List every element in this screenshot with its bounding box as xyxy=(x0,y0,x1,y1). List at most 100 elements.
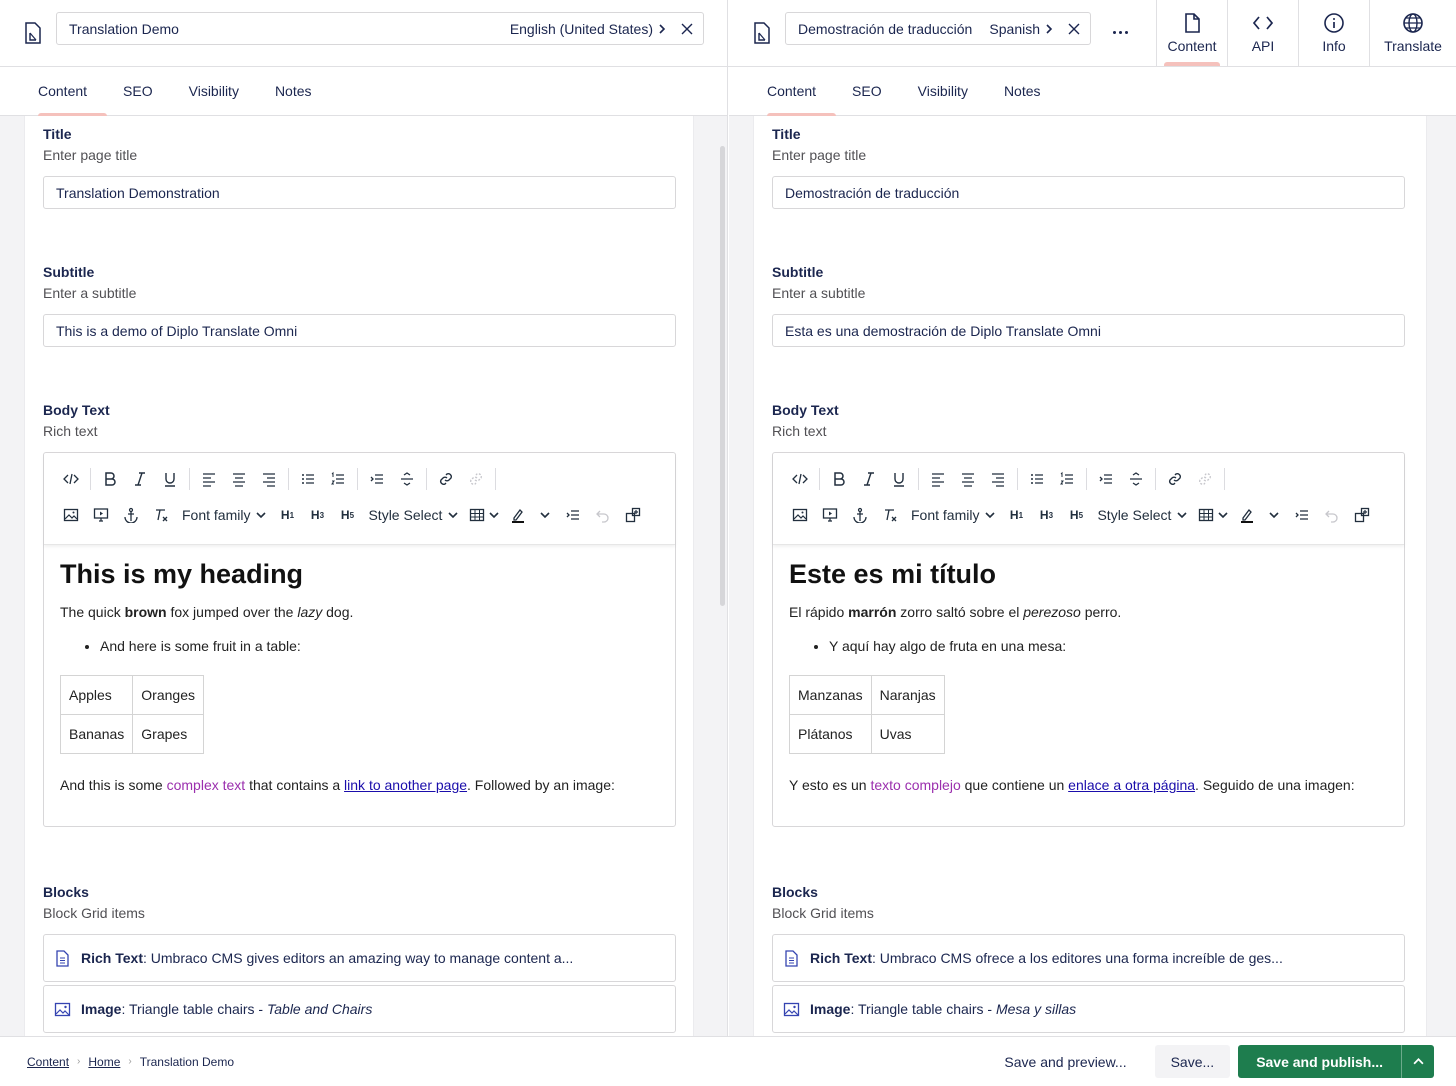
style-select-dropdown[interactable]: Style Select xyxy=(1091,501,1193,529)
breadcrumb-home[interactable]: Home xyxy=(88,1055,120,1069)
image-icon[interactable] xyxy=(56,501,86,529)
link-icon[interactable] xyxy=(1160,465,1190,493)
clear-formatting-icon[interactable] xyxy=(875,501,905,529)
table-dropdown[interactable] xyxy=(1193,501,1233,529)
variant-selector[interactable]: Spanish xyxy=(989,21,1054,37)
tab-notes[interactable]: Notes xyxy=(986,67,1059,116)
tab-notes[interactable]: Notes xyxy=(257,67,330,116)
align-center-icon[interactable] xyxy=(224,465,254,493)
align-left-icon[interactable] xyxy=(194,465,224,493)
tab-content[interactable]: Content xyxy=(20,67,108,117)
tab-visibility[interactable]: Visibility xyxy=(171,67,257,116)
clear-formatting-icon[interactable] xyxy=(146,501,176,529)
title-input[interactable]: Translation Demonstration xyxy=(43,176,676,209)
tab-visibility[interactable]: Visibility xyxy=(900,67,986,116)
insert-block-icon[interactable] xyxy=(618,501,648,529)
rte-content[interactable]: Este es mi título El rápido marrón zorro… xyxy=(773,545,1404,808)
undo-icon[interactable] xyxy=(588,501,618,529)
underline-icon[interactable] xyxy=(884,465,914,493)
document-name-field[interactable]: Demostración de traducción Spanish xyxy=(785,12,1091,45)
align-right-icon[interactable] xyxy=(983,465,1013,493)
anchor-icon[interactable] xyxy=(845,501,875,529)
image-icon[interactable] xyxy=(785,501,815,529)
rte-content[interactable]: This is my heading The quick brown fox j… xyxy=(44,545,675,808)
underline-icon[interactable] xyxy=(155,465,185,493)
undo-icon[interactable] xyxy=(1317,501,1347,529)
save-button[interactable]: Save... xyxy=(1154,1045,1231,1078)
link-icon[interactable] xyxy=(431,465,461,493)
highlight-color-icon[interactable] xyxy=(504,501,532,529)
bullet-list-icon[interactable] xyxy=(1022,465,1052,493)
variant-selector[interactable]: English (United States) xyxy=(510,21,667,37)
block-grid-item[interactable]: Image: Triangle table chairs - Mesa y si… xyxy=(772,985,1405,1033)
table-dropdown[interactable] xyxy=(464,501,504,529)
document-type-icon[interactable] xyxy=(24,22,42,44)
view-content[interactable]: Content xyxy=(1156,0,1227,66)
scrollbar[interactable] xyxy=(720,146,725,606)
strikethrough-icon[interactable] xyxy=(1121,465,1151,493)
variant-language[interactable]: Spanish xyxy=(989,21,1040,37)
subtitle-input[interactable]: This is a demo of Diplo Translate Omni xyxy=(43,314,676,347)
indent-icon[interactable] xyxy=(1287,501,1317,529)
italic-icon[interactable] xyxy=(854,465,884,493)
unlink-icon[interactable] xyxy=(1190,465,1220,493)
variant-language[interactable]: English (United States) xyxy=(510,21,653,37)
document-name-field[interactable]: Translation Demo English (United States) xyxy=(56,12,704,45)
source-code-icon[interactable] xyxy=(785,465,815,493)
unlink-icon[interactable] xyxy=(461,465,491,493)
align-center-icon[interactable] xyxy=(953,465,983,493)
block-grid-item[interactable]: Rich Text: Umbraco CMS gives editors an … xyxy=(43,934,676,982)
bold-icon[interactable] xyxy=(824,465,854,493)
chevron-down-icon[interactable] xyxy=(532,501,558,529)
subtitle-input[interactable]: Esta es una demostración de Diplo Transl… xyxy=(772,314,1405,347)
block-grid-item[interactable]: Rich Text: Umbraco CMS ofrece a los edit… xyxy=(772,934,1405,982)
font-family-dropdown[interactable]: Font family xyxy=(176,501,272,529)
outdent-icon[interactable] xyxy=(1091,465,1121,493)
italic-icon[interactable] xyxy=(125,465,155,493)
more-actions-icon[interactable] xyxy=(1108,22,1132,42)
numbered-list-icon[interactable] xyxy=(1052,465,1082,493)
font-family-dropdown[interactable]: Font family xyxy=(905,501,1001,529)
media-icon[interactable] xyxy=(815,501,845,529)
align-left-icon[interactable] xyxy=(923,465,953,493)
view-info[interactable]: Info xyxy=(1298,0,1369,66)
numbered-list-icon[interactable] xyxy=(323,465,353,493)
document-name[interactable]: Demostración de traducción xyxy=(798,21,989,37)
rich-text-editor[interactable]: Font family H1 H3 H5 Style Select xyxy=(772,452,1405,827)
document-type-icon[interactable] xyxy=(753,22,771,44)
close-icon[interactable] xyxy=(1068,23,1080,35)
chevron-down-icon[interactable] xyxy=(1261,501,1287,529)
publish-options-button[interactable] xyxy=(1401,1045,1434,1078)
highlight-color-icon[interactable] xyxy=(1233,501,1261,529)
heading-3-button[interactable]: H3 xyxy=(302,501,332,529)
source-code-icon[interactable] xyxy=(56,465,86,493)
content-link[interactable]: enlace a otra página xyxy=(1068,777,1195,793)
close-icon[interactable] xyxy=(681,23,693,35)
outdent-icon[interactable] xyxy=(362,465,392,493)
strikethrough-icon[interactable] xyxy=(392,465,422,493)
heading-5-button[interactable]: H5 xyxy=(1061,501,1091,529)
breadcrumb-content[interactable]: Content xyxy=(27,1055,69,1069)
save-and-publish-label[interactable]: Save and publish... xyxy=(1238,1054,1401,1070)
rich-text-editor[interactable]: Font family H1 H3 H5 Style Select xyxy=(43,452,676,827)
title-input[interactable]: Demostración de traducción xyxy=(772,176,1405,209)
tab-content[interactable]: Content xyxy=(749,67,837,117)
save-and-preview-button[interactable]: Save and preview... xyxy=(1004,1054,1126,1070)
anchor-icon[interactable] xyxy=(116,501,146,529)
media-icon[interactable] xyxy=(86,501,116,529)
heading-1-button[interactable]: H1 xyxy=(272,501,302,529)
tab-seo[interactable]: SEO xyxy=(105,67,171,116)
document-name[interactable]: Translation Demo xyxy=(69,21,510,37)
style-select-dropdown[interactable]: Style Select xyxy=(362,501,464,529)
view-api[interactable]: API xyxy=(1227,0,1298,66)
content-link[interactable]: link to another page xyxy=(344,777,467,793)
block-grid-item[interactable]: Image: Triangle table chairs - Table and… xyxy=(43,985,676,1033)
indent-icon[interactable] xyxy=(558,501,588,529)
tab-seo[interactable]: SEO xyxy=(834,67,900,116)
heading-3-button[interactable]: H3 xyxy=(1031,501,1061,529)
bullet-list-icon[interactable] xyxy=(293,465,323,493)
save-and-publish-button[interactable]: Save and publish... xyxy=(1238,1045,1434,1078)
align-right-icon[interactable] xyxy=(254,465,284,493)
insert-block-icon[interactable] xyxy=(1347,501,1377,529)
heading-5-button[interactable]: H5 xyxy=(332,501,362,529)
